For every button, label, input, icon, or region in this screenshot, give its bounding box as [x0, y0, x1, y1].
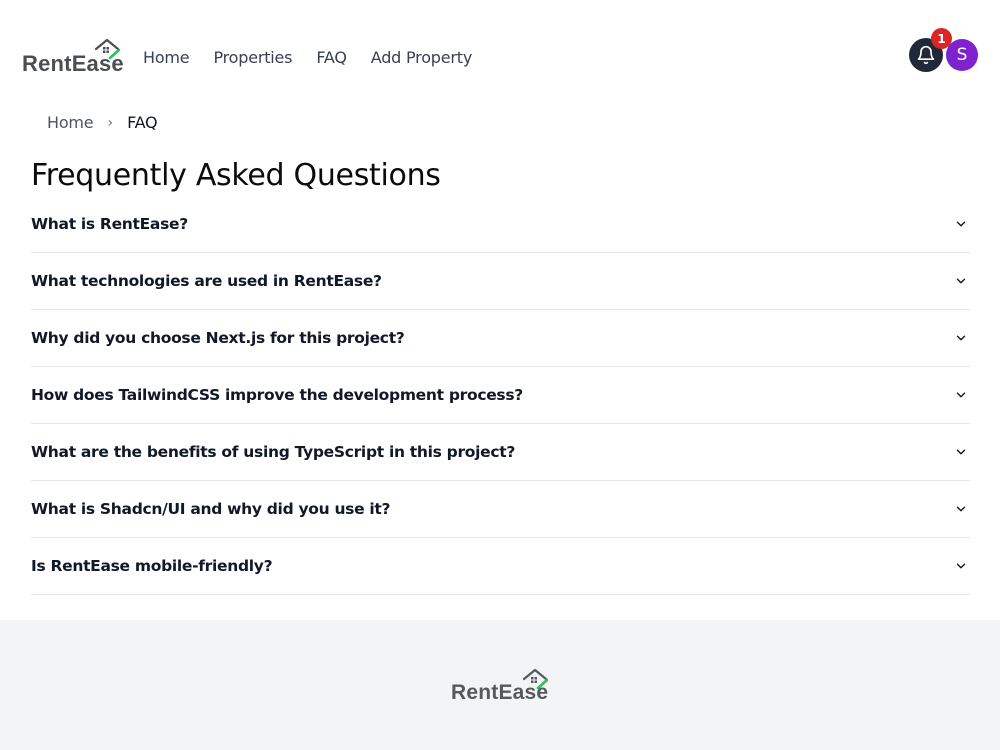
breadcrumb-separator: ›: [107, 114, 114, 131]
breadcrumb-home-link[interactable]: Home: [47, 113, 94, 132]
bell-icon: [917, 45, 935, 65]
house-logo-icon: [522, 668, 548, 690]
chevron-down-icon: [956, 449, 966, 455]
faq-question: What is Shadcn/UI and why did you use it…: [31, 500, 391, 518]
faq-question: Why did you choose Next.js for this proj…: [31, 329, 405, 347]
faq-item[interactable]: Why did you choose Next.js for this proj…: [31, 310, 970, 367]
faq-item[interactable]: What is Shadcn/UI and why did you use it…: [31, 481, 970, 538]
nav-add-property-link[interactable]: Add Property: [371, 48, 473, 67]
faq-question: What is RentEase?: [31, 214, 188, 233]
site-footer: RentEase: [0, 620, 1000, 750]
faq-item[interactable]: How does TailwindCSS improve the develop…: [31, 367, 970, 424]
chevron-down-icon: [956, 278, 966, 284]
faq-question: What are the benefits of using TypeScrip…: [31, 443, 516, 461]
site-header: RentEase Home Properties FAQ Add Propert…: [0, 0, 1000, 110]
faq-item[interactable]: Is RentEase mobile-friendly?: [31, 538, 970, 595]
faq-question: What technologies are used in RentEase?: [31, 272, 382, 290]
chevron-down-icon: [956, 335, 966, 341]
nav-faq-link[interactable]: FAQ: [316, 48, 347, 67]
main-nav: Home Properties FAQ Add Property: [143, 48, 496, 67]
faq-item[interactable]: What is RentEase?: [31, 195, 970, 253]
brand-logo[interactable]: RentEase: [22, 38, 124, 78]
breadcrumb-current: FAQ: [127, 113, 158, 132]
chevron-down-icon: [956, 563, 966, 569]
faq-item[interactable]: What technologies are used in RentEase?: [31, 253, 970, 310]
faq-question: Is RentEase mobile-friendly?: [31, 557, 273, 575]
chevron-down-icon: [956, 221, 966, 226]
chevron-down-icon: [956, 506, 966, 512]
nav-properties-link[interactable]: Properties: [213, 48, 292, 67]
faq-item[interactable]: What are the benefits of using TypeScrip…: [31, 424, 970, 481]
chevron-down-icon: [956, 392, 966, 398]
faq-accordion: What is RentEase? What technologies are …: [31, 195, 970, 595]
user-avatar[interactable]: S: [946, 39, 978, 71]
house-logo-icon: [94, 38, 120, 60]
breadcrumb: Home › FAQ: [47, 113, 158, 132]
footer-brand-logo[interactable]: RentEase: [451, 668, 551, 708]
faq-question: How does TailwindCSS improve the develop…: [31, 386, 523, 404]
nav-home-link[interactable]: Home: [143, 48, 190, 67]
page-title: Frequently Asked Questions: [31, 158, 441, 193]
